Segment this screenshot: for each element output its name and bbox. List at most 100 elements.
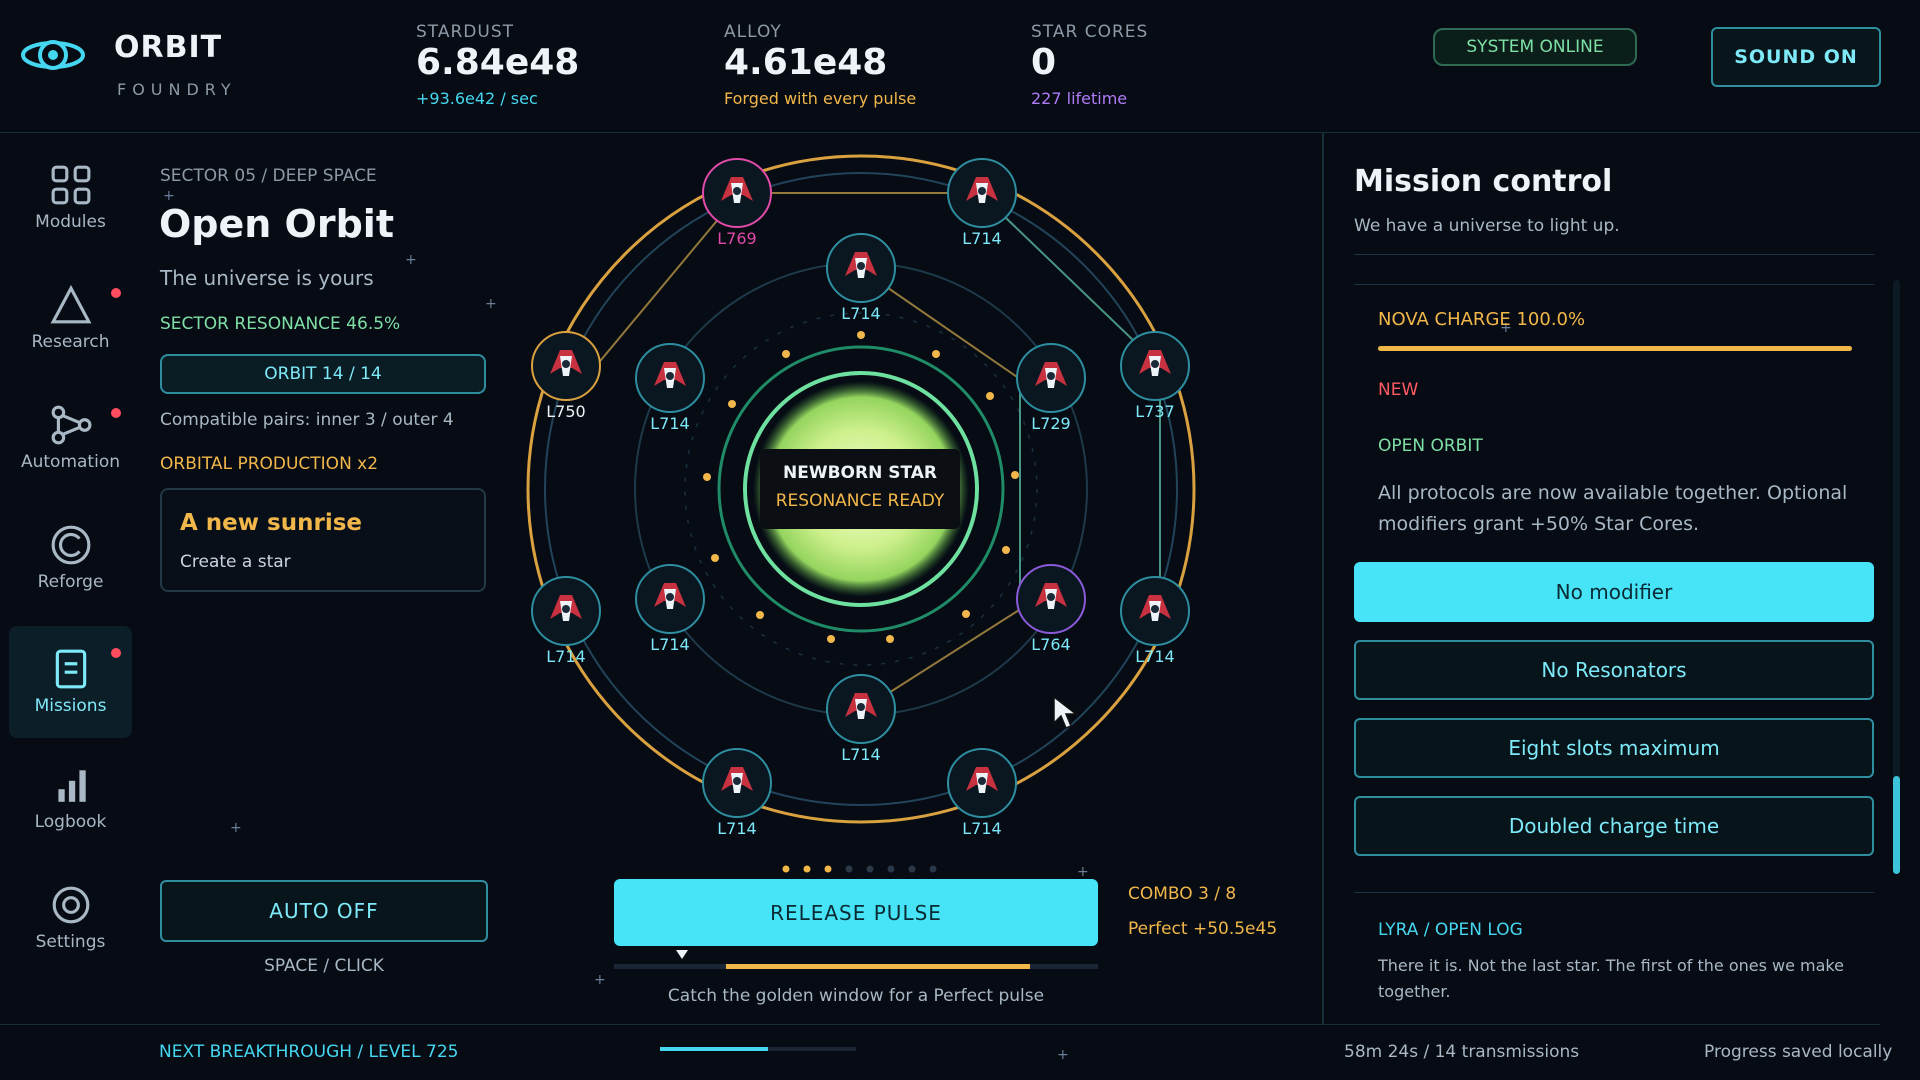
nav-modules[interactable]: Modules xyxy=(9,142,132,254)
nav-label: Modules xyxy=(35,212,106,232)
missions-icon xyxy=(55,649,86,689)
sidebar: Modules Research Automation Reforge Miss… xyxy=(0,132,140,1024)
orbital-production: ORBITAL PRODUCTION x2 xyxy=(160,454,379,474)
mission-title: Mission control xyxy=(1354,164,1613,199)
sector-tagline: The universe is yours xyxy=(160,266,374,290)
mission-subtitle: We have a universe to light up. xyxy=(1354,216,1620,236)
star-cores-stat: STAR CORES 0 227 lifetime xyxy=(1031,22,1148,108)
ship-node[interactable] xyxy=(1119,575,1191,647)
release-pulse-button[interactable]: RELEASE PULSE xyxy=(614,879,1098,946)
ship-icon xyxy=(1016,343,1086,413)
auto-toggle-button[interactable]: AUTO OFF xyxy=(160,880,488,942)
ship-node[interactable] xyxy=(634,342,706,414)
ship-level-label: L714 xyxy=(650,635,690,654)
nav-settings[interactable]: Settings xyxy=(9,862,132,974)
star-title: NEWBORN STAR xyxy=(782,463,937,483)
ship-node[interactable] xyxy=(530,575,602,647)
nav-label: Settings xyxy=(35,932,106,952)
ship-node[interactable] xyxy=(825,232,897,304)
stat-label: ALLOY xyxy=(724,22,782,42)
nav-automation[interactable]: Automation xyxy=(9,382,132,494)
star-status-card: NEWBORN STAR RESONANCE READY xyxy=(760,449,960,529)
nav-missions[interactable]: Missions xyxy=(9,626,132,738)
automation-icon xyxy=(51,405,91,445)
nav-label: Automation xyxy=(20,452,120,472)
ship-icon xyxy=(947,158,1017,228)
session-stats: 58m 24s / 14 transmissions xyxy=(1344,1042,1580,1062)
new-tag: NEW xyxy=(1378,380,1419,400)
combo-dot xyxy=(782,865,790,873)
ship-level-label: L714 xyxy=(650,414,690,433)
golden-window xyxy=(726,964,1030,969)
goal-card: A new sunrise Create a star xyxy=(160,488,486,592)
ship-node[interactable] xyxy=(634,563,706,635)
scrollbar-track[interactable] xyxy=(1893,280,1900,874)
goal-title: A new sunrise xyxy=(180,510,362,536)
nova-charge-fill xyxy=(1378,346,1852,351)
stat-label: STARDUST xyxy=(416,22,515,42)
top-bar: ORBIT FOUNDRY STARDUST 6.84e48 +93.6e42 … xyxy=(0,0,1920,133)
option-no-resonators[interactable]: No Resonators xyxy=(1354,640,1874,700)
stat-value: 4.61e48 xyxy=(724,42,888,83)
orbit-count-button[interactable]: ORBIT 14 / 14 xyxy=(160,354,486,394)
nav-reforge[interactable]: Reforge xyxy=(9,502,132,614)
ship-icon xyxy=(531,576,601,646)
star-speck: + xyxy=(405,252,417,268)
sound-toggle-button[interactable]: SOUND ON xyxy=(1711,27,1881,87)
modules-icon xyxy=(51,165,90,205)
sector-title: Open Orbit xyxy=(159,202,394,246)
combo-dot xyxy=(845,865,853,873)
sector-resonance: SECTOR RESONANCE 46.5% xyxy=(160,314,401,334)
ship-node[interactable] xyxy=(1119,330,1191,402)
ship-level-label: L729 xyxy=(1031,414,1071,433)
ship-icon xyxy=(1016,564,1086,634)
ship-node[interactable] xyxy=(530,330,602,402)
combo-dot xyxy=(824,865,832,873)
ship-node[interactable] xyxy=(825,673,897,745)
option-no-modifier[interactable]: No modifier xyxy=(1354,562,1874,622)
ship-node[interactable] xyxy=(701,747,773,819)
star-speck: + xyxy=(485,296,497,312)
ship-icon xyxy=(702,748,772,818)
ship-level-label: L714 xyxy=(841,745,881,764)
mouse-cursor-icon xyxy=(1053,695,1079,729)
option-eight-slots[interactable]: Eight slots maximum xyxy=(1354,718,1874,778)
perfect-bonus: Perfect +50.5e45 xyxy=(1128,919,1278,939)
automation-alert-dot xyxy=(111,408,121,418)
research-alert-dot xyxy=(111,288,121,298)
sector-breadcrumb: SECTOR 05 / DEEP SPACE xyxy=(160,166,377,186)
ship-level-label: L714 xyxy=(962,229,1002,248)
stat-lifetime: 227 lifetime xyxy=(1031,89,1128,108)
logbook-icon xyxy=(57,770,86,802)
next-breakthrough: NEXT BREAKTHROUGH / LEVEL 725 xyxy=(159,1042,459,1062)
goal-description: Create a star xyxy=(180,552,291,572)
stat-value: 6.84e48 xyxy=(416,42,580,83)
option-doubled-charge[interactable]: Doubled charge time xyxy=(1354,796,1874,856)
compatible-pairs: Compatible pairs: inner 3 / outer 4 xyxy=(160,410,454,430)
nav-logbook[interactable]: Logbook xyxy=(9,742,132,854)
stat-label: STAR CORES xyxy=(1031,22,1149,42)
ship-icon xyxy=(531,331,601,401)
ship-level-label: L737 xyxy=(1135,402,1175,421)
ship-node[interactable] xyxy=(946,157,1018,229)
system-status-badge: SYSTEM ONLINE xyxy=(1433,28,1637,66)
ship-level-label: L750 xyxy=(546,402,586,421)
scrollbar-thumb[interactable] xyxy=(1893,776,1900,874)
ship-level-label: L764 xyxy=(1031,635,1071,654)
ship-node[interactable] xyxy=(701,157,773,229)
ship-node[interactable] xyxy=(1015,563,1087,635)
combo-dot xyxy=(929,865,937,873)
ship-node[interactable] xyxy=(946,747,1018,819)
ship-node[interactable] xyxy=(1015,342,1087,414)
star-speck: + xyxy=(230,820,242,836)
ship-level-label: L714 xyxy=(962,819,1002,838)
ship-icon xyxy=(1120,576,1190,646)
divider xyxy=(1354,284,1874,285)
bottom-divider xyxy=(0,1024,1880,1025)
star-speck: + xyxy=(1057,1047,1069,1063)
ship-icon xyxy=(702,158,772,228)
combo-dot-row xyxy=(782,865,937,873)
nav-research[interactable]: Research xyxy=(9,262,132,374)
ship-icon xyxy=(1120,331,1190,401)
ship-icon xyxy=(635,343,705,413)
